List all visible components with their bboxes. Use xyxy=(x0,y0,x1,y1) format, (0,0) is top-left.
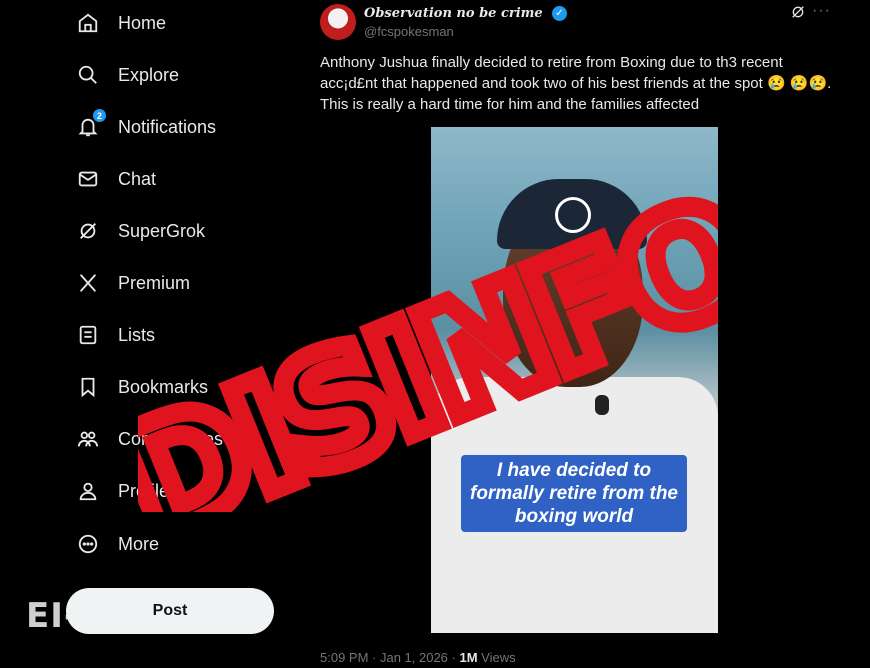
sidebar-item-profile[interactable]: Profile xyxy=(76,471,169,511)
bookmark-icon xyxy=(76,375,100,399)
sidebar-item-label: Communities xyxy=(118,428,224,449)
tweet: Observation no be crime ✓ @fcspokesman ·… xyxy=(304,0,870,668)
sidebar-item-communities[interactable]: Communities xyxy=(76,419,223,459)
sidebar-item-explore[interactable]: Explore xyxy=(76,55,179,95)
sidebar-item-label: Lists xyxy=(118,324,156,345)
mail-icon xyxy=(76,167,100,191)
bell-icon: 2 xyxy=(76,109,106,139)
grok-icon xyxy=(76,219,100,243)
cap-logo-icon xyxy=(555,197,591,233)
grok-icon[interactable] xyxy=(790,4,806,20)
views-label: Views xyxy=(477,650,516,665)
sidebar-item-label: Notifications xyxy=(118,116,217,137)
profile-icon xyxy=(76,479,100,503)
sidebar-item-supergrok[interactable]: SuperGrok xyxy=(76,211,205,251)
post-button[interactable]: Post xyxy=(66,588,274,634)
sidebar-item-chat[interactable]: Chat xyxy=(76,159,156,199)
sidebar-item-label: Premium xyxy=(118,272,191,293)
sidebar-item-notifications[interactable]: 2 Notifications xyxy=(76,107,216,147)
sidebar-item-bookmarks[interactable]: Bookmarks xyxy=(76,367,208,407)
sidebar-item-more[interactable]: More xyxy=(76,524,159,564)
x-logo-icon xyxy=(76,271,100,295)
sidebar-item-home[interactable]: Home xyxy=(76,3,166,43)
media-caption: I have decided to formally retire from t… xyxy=(461,455,687,532)
sidebar-item-label: Profile xyxy=(118,480,170,501)
sidebar-item-label: Explore xyxy=(118,64,180,85)
sidebar-item-lists[interactable]: Lists xyxy=(76,315,155,355)
tweet-text: Anthony Jushua finally decided to retire… xyxy=(320,54,832,113)
sidebar-item-label: SuperGrok xyxy=(118,220,206,241)
sidebar-nav: Home Explore 2 Notifications Chat SuperG… xyxy=(0,0,300,668)
tweet-media[interactable]: I have decided to formally retire from t… xyxy=(431,127,718,633)
user-handle[interactable]: @fcspokesman xyxy=(364,24,454,39)
more-circle-icon xyxy=(76,532,100,556)
tweet-time[interactable]: 5:09 PM · Jan 1, 2026 · xyxy=(320,650,459,665)
verified-badge-icon: ✓ xyxy=(552,6,567,21)
sidebar-item-label: More xyxy=(118,533,160,554)
notification-badge: 2 xyxy=(93,109,106,122)
tweet-timestamp: 5:09 PM · Jan 1, 2026 · 1M Views xyxy=(320,650,516,665)
more-options-icon[interactable]: ··· xyxy=(812,2,831,20)
list-icon xyxy=(76,323,100,347)
views-count: 1M xyxy=(459,650,478,665)
display-name[interactable]: Observation no be crime xyxy=(364,6,543,21)
home-icon xyxy=(76,11,100,35)
sidebar-item-label: Chat xyxy=(118,168,157,189)
microphone-icon xyxy=(595,395,609,415)
sidebar-item-premium[interactable]: Premium xyxy=(76,263,190,303)
communities-icon xyxy=(76,427,100,451)
search-icon xyxy=(76,63,100,87)
sidebar-item-label: Bookmarks xyxy=(118,376,209,397)
avatar[interactable] xyxy=(320,4,356,40)
sidebar-item-label: Home xyxy=(118,12,167,33)
